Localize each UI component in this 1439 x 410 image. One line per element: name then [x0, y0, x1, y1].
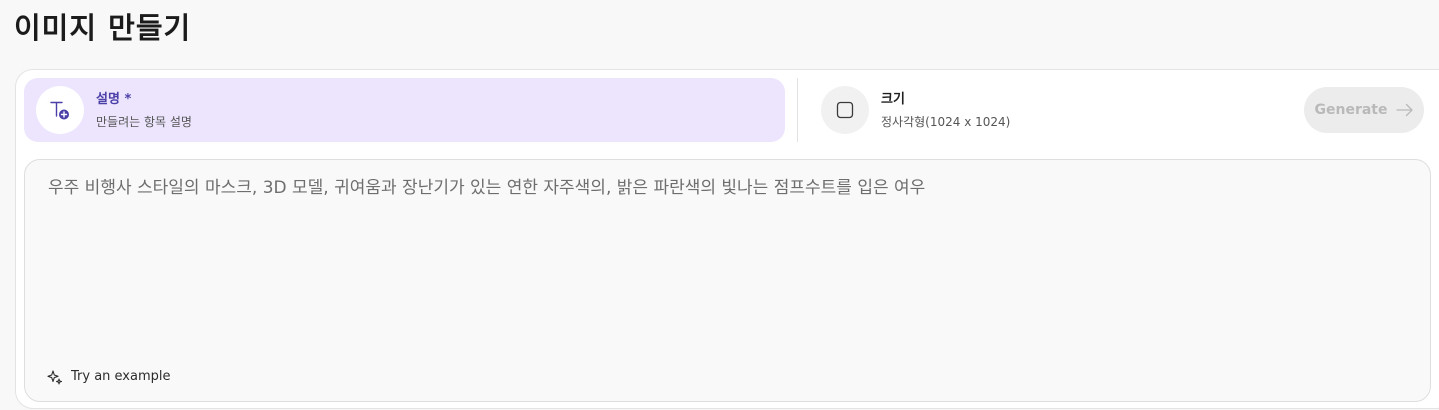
prompt-input[interactable]: 우주 비행사 스타일의 마스크, 3D 모델, 귀여움과 장난기가 있는 연한 … [24, 159, 1431, 402]
parameter-bar: 설명 * 만들려는 항목 설명 크기 정사각형(1024 x 1024) Gen… [16, 70, 1439, 150]
generate-button[interactable]: Generate [1304, 87, 1424, 133]
sparkle-icon [47, 370, 62, 385]
description-icon-badge [36, 86, 84, 134]
description-label: 설명 * [96, 92, 132, 107]
image-creator-card: 설명 * 만들려는 항목 설명 크기 정사각형(1024 x 1024) Gen… [15, 69, 1439, 409]
size-icon-badge [821, 86, 869, 134]
size-parameter[interactable]: 크기 정사각형(1024 x 1024) [809, 78, 1089, 142]
arrow-right-icon [1395, 103, 1413, 117]
page: 이미지 만들기 설명 * 만들려는 항목 설명 크기 정사각형(1024 x 1… [0, 0, 1439, 410]
generate-label: Generate [1314, 102, 1388, 118]
description-parameter[interactable]: 설명 * 만들려는 항목 설명 [24, 78, 785, 142]
square-icon [836, 101, 854, 119]
description-subtext: 만들려는 항목 설명 [96, 115, 192, 129]
text-add-icon [50, 101, 69, 120]
page-title: 이미지 만들기 [14, 11, 192, 45]
size-subtext: 정사각형(1024 x 1024) [881, 115, 1011, 129]
size-label: 크기 [881, 92, 905, 107]
try-example-button[interactable]: Try an example [47, 368, 171, 386]
prompt-placeholder: 우주 비행사 스타일의 마스크, 3D 모델, 귀여움과 장난기가 있는 연한 … [48, 178, 926, 198]
parameter-divider [797, 78, 798, 142]
try-example-label: Try an example [71, 369, 171, 384]
